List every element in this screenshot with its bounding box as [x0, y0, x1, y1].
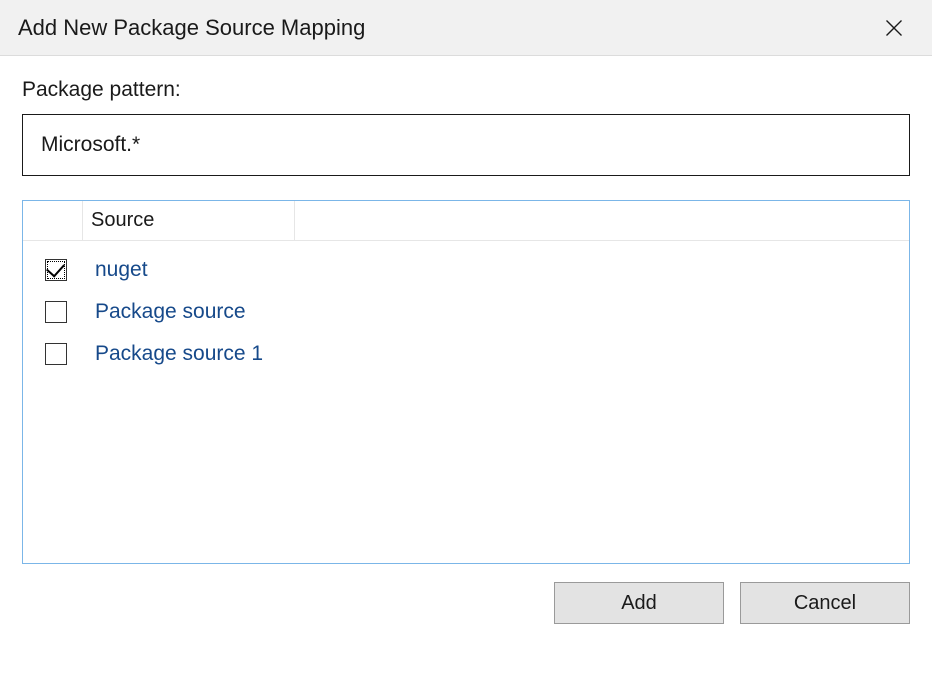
source-checkbox[interactable] [45, 343, 67, 365]
header-checkbox-column [23, 201, 83, 240]
source-row[interactable]: nuget [23, 249, 909, 291]
source-list-body: nuget Package source Package source 1 [23, 241, 909, 375]
source-list: Source nuget Package source Package source… [22, 200, 910, 564]
source-label[interactable]: nuget [95, 258, 148, 282]
cancel-button[interactable]: Cancel [740, 582, 910, 624]
package-pattern-label: Package pattern: [22, 78, 910, 102]
package-pattern-input[interactable] [22, 114, 910, 176]
dialog-title: Add New Package Source Mapping [18, 15, 365, 41]
source-checkbox[interactable] [45, 301, 67, 323]
source-row[interactable]: Package source 1 [23, 333, 909, 375]
close-icon [884, 18, 904, 38]
titlebar: Add New Package Source Mapping [0, 0, 932, 56]
header-source-column[interactable]: Source [83, 201, 295, 240]
button-row: Add Cancel [0, 564, 932, 624]
close-button[interactable] [874, 8, 914, 48]
source-list-header: Source [23, 201, 909, 241]
source-checkbox[interactable] [45, 259, 67, 281]
source-row[interactable]: Package source [23, 291, 909, 333]
add-button[interactable]: Add [554, 582, 724, 624]
dialog-content: Package pattern: Source nuget Package sou… [0, 56, 932, 564]
source-label[interactable]: Package source 1 [95, 342, 263, 366]
source-label[interactable]: Package source [95, 300, 246, 324]
header-rest-column [295, 201, 909, 240]
